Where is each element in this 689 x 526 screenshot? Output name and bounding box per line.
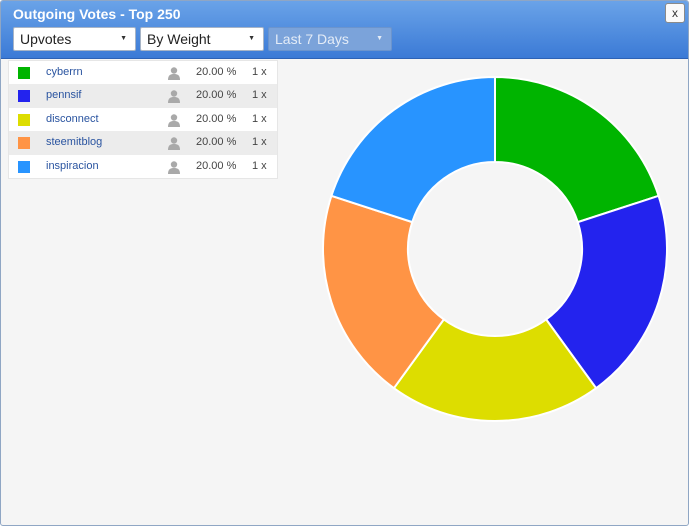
votes-donut-chart [322,75,668,422]
donut-slice-cyberrn[interactable] [494,75,660,224]
outgoing-votes-window: Outgoing Votes - Top 250 x Upvotes ▼ By … [0,0,689,526]
donut-slice-inspiracion[interactable] [330,75,496,224]
